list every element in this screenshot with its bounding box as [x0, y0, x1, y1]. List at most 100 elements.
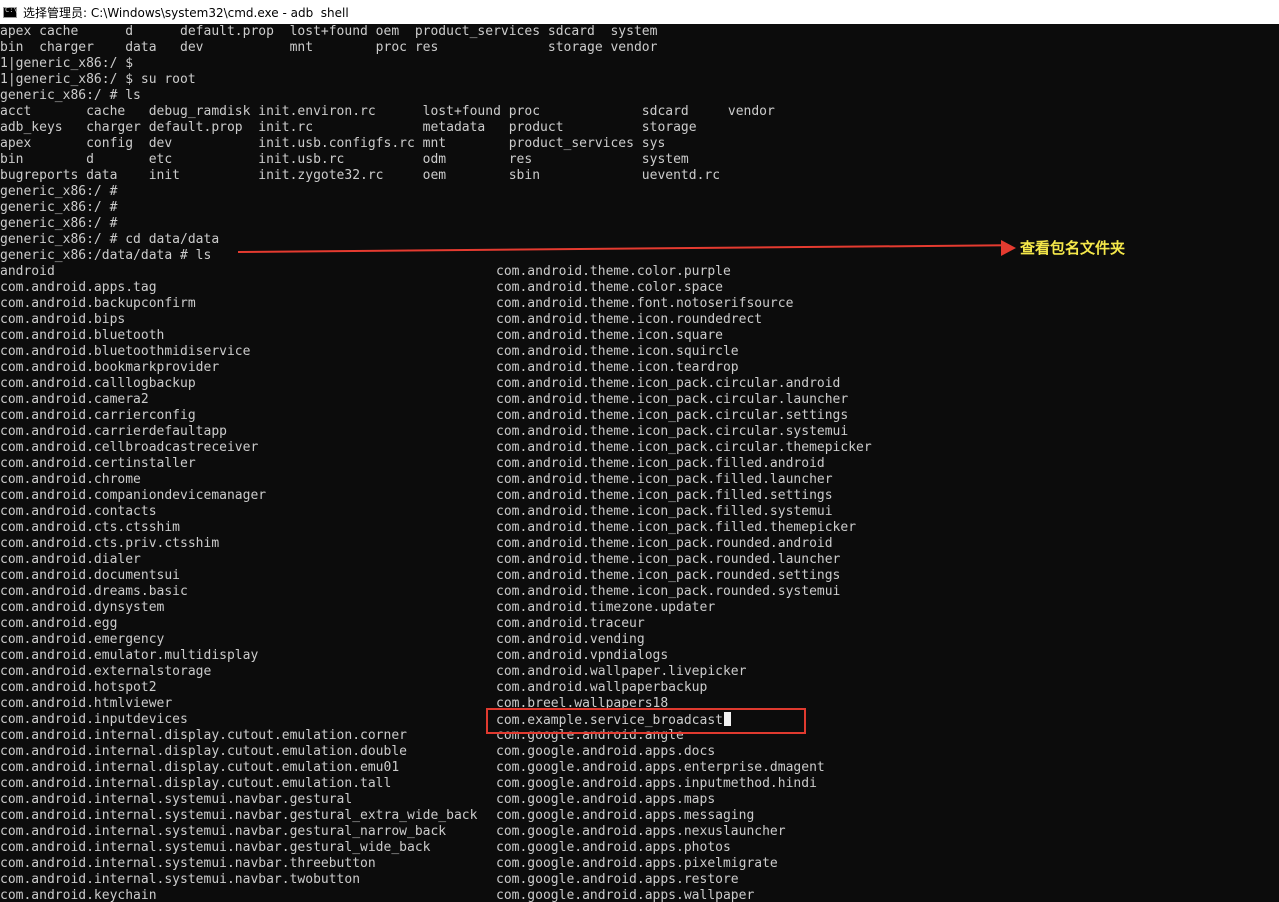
terminal-line: bin charger data dev mnt proc res storag…	[0, 40, 658, 55]
package-entry: com.android.vpndialogs	[496, 648, 669, 663]
package-entry: com.android.theme.icon.square	[496, 328, 723, 343]
package-entry: com.google.android.apps.inputmethod.hind…	[496, 776, 817, 791]
terminal-line: bugreports data init init.zygote32.rc oe…	[0, 168, 721, 183]
package-entry: com.android.chrome	[0, 472, 141, 487]
package-entry: com.android.cts.ctsshim	[0, 520, 181, 535]
package-entry: com.android.internal.systemui.navbar.ges…	[0, 792, 353, 807]
package-entry: com.android.theme.icon.squircle	[496, 344, 739, 359]
package-entry: com.android.timezone.updater	[496, 600, 716, 615]
package-entry: com.android.theme.icon_pack.circular.and…	[496, 376, 841, 391]
package-entry: com.android.carrierdefaultapp	[0, 424, 227, 439]
package-entry: com.android.theme.color.purple	[496, 264, 731, 279]
package-entry: com.android.theme.icon_pack.filled.launc…	[496, 472, 833, 487]
package-entry: com.android.theme.icon_pack.rounded.sett…	[496, 568, 841, 583]
package-entry: com.google.android.apps.photos	[496, 840, 731, 855]
package-entry: com.google.android.apps.restore	[496, 872, 739, 887]
package-entry: com.android.certinstaller	[0, 456, 196, 471]
package-entry: com.google.android.apps.wallpaper	[496, 888, 755, 902]
package-entry: com.android.theme.icon_pack.rounded.andr…	[496, 536, 833, 551]
window-title: 选择管理员: C:\Windows\system32\cmd.exe - adb…	[23, 5, 349, 20]
package-entry: com.android.contacts	[0, 504, 157, 519]
package-entry: com.android.theme.icon_pack.filled.setti…	[496, 488, 833, 503]
terminal-line: 1|generic_x86:/ $	[0, 56, 134, 71]
package-entry: com.google.android.apps.docs	[496, 744, 716, 759]
package-entry: android	[0, 264, 55, 279]
terminal-line: apex cache d default.prop lost+found oem…	[0, 24, 658, 39]
package-entry: com.android.theme.font.notoserifsource	[496, 296, 794, 311]
package-entry: com.android.wallpaper.livepicker	[496, 664, 747, 679]
package-entry: com.google.android.apps.enterprise.dmage…	[496, 760, 825, 775]
annotation-arrow-line	[237, 244, 1006, 253]
package-entry: com.android.keychain	[0, 888, 157, 902]
package-entry: com.android.camera2	[0, 392, 149, 407]
package-entry: com.android.backupconfirm	[0, 296, 196, 311]
package-entry: com.android.theme.icon.roundedrect	[496, 312, 763, 327]
terminal-line: generic_x86:/data/data # ls	[0, 248, 212, 263]
package-entry: com.android.theme.icon_pack.circular.sys…	[496, 424, 849, 439]
package-entry: com.android.internal.systemui.navbar.ges…	[0, 840, 431, 855]
terminal-line: generic_x86:/ # ls	[0, 88, 141, 103]
package-entry: com.android.cellbroadcastreceiver	[0, 440, 259, 455]
package-entry: com.android.theme.icon_pack.rounded.syst…	[496, 584, 841, 599]
package-entry: com.android.theme.icon_pack.circular.set…	[496, 408, 849, 423]
package-entry: com.android.htmlviewer	[0, 696, 173, 711]
package-entry: com.google.android.apps.messaging	[496, 808, 755, 823]
terminal-line: acct cache debug_ramdisk init.environ.rc…	[0, 104, 775, 119]
package-entry: com.android.internal.display.cutout.emul…	[0, 760, 400, 775]
package-entry: com.android.dialer	[0, 552, 141, 567]
terminal-line: adb_keys charger default.prop init.rc me…	[0, 120, 697, 135]
cmd-icon: C:\	[3, 5, 18, 18]
terminal-line: apex config dev init.usb.configfs.rc mnt…	[0, 136, 666, 151]
package-entry: com.android.theme.icon_pack.circular.lau…	[496, 392, 849, 407]
terminal-line: generic_x86:/ #	[0, 184, 118, 199]
package-entry: com.android.bluetoothmidiservice	[0, 344, 251, 359]
terminal-line: generic_x86:/ #	[0, 200, 118, 215]
package-entry: com.android.theme.color.space	[496, 280, 723, 295]
package-entry: com.android.calllogbackup	[0, 376, 196, 391]
terminal-line: generic_x86:/ # cd data/data	[0, 232, 220, 247]
package-entry: com.android.theme.icon_pack.filled.theme…	[496, 520, 857, 535]
package-entry: com.android.traceur	[496, 616, 645, 631]
package-entry: com.android.theme.icon_pack.filled.andro…	[496, 456, 825, 471]
package-entry: com.google.android.apps.pixelmigrate	[496, 856, 778, 871]
package-entry: com.android.vending	[496, 632, 645, 647]
package-entry: com.android.emergency	[0, 632, 165, 647]
terminal-line: generic_x86:/ #	[0, 216, 118, 231]
package-entry: com.android.theme.icon_pack.filled.syste…	[496, 504, 833, 519]
package-entry: com.android.internal.display.cutout.emul…	[0, 728, 407, 743]
package-entry: com.google.android.apps.nexuslauncher	[496, 824, 786, 839]
package-entry: com.android.hotspot2	[0, 680, 157, 695]
package-entry: com.android.theme.icon_pack.circular.the…	[496, 440, 872, 455]
package-entry: com.android.internal.systemui.navbar.thr…	[0, 856, 376, 871]
annotation-label: 查看包名文件夹	[1020, 239, 1126, 257]
package-entry: com.google.android.apps.maps	[496, 792, 716, 807]
terminal-line: bin d etc init.usb.rc odm res system	[0, 152, 689, 167]
terminal-output[interactable]: apex cache d default.prop lost+found oem…	[0, 24, 1279, 902]
package-entry: com.android.cts.priv.ctsshim	[0, 536, 220, 551]
package-entry: com.android.emulator.multidisplay	[0, 648, 259, 663]
package-entry: com.android.dreams.basic	[0, 584, 188, 599]
package-entry: com.android.internal.systemui.navbar.two…	[0, 872, 361, 887]
package-entry: com.android.dynsystem	[0, 600, 165, 615]
package-entry: com.android.companiondevicemanager	[0, 488, 267, 503]
annotation-arrow-head-icon	[1001, 240, 1016, 256]
highlight-box	[486, 708, 806, 734]
package-entry: com.android.inputdevices	[0, 712, 188, 727]
package-entry: com.android.documentsui	[0, 568, 181, 583]
package-entry: com.android.egg	[0, 616, 118, 631]
package-entry: com.android.theme.icon.teardrop	[496, 360, 739, 375]
package-entry: com.android.externalstorage	[0, 664, 212, 679]
package-entry: com.android.carrierconfig	[0, 408, 196, 423]
package-entry: com.android.internal.systemui.navbar.ges…	[0, 808, 478, 823]
package-entry: com.android.apps.tag	[0, 280, 157, 295]
package-entry: com.android.theme.icon_pack.rounded.laun…	[496, 552, 841, 567]
package-entry: com.android.bluetooth	[0, 328, 165, 343]
terminal-line: 1|generic_x86:/ $ su root	[0, 72, 196, 87]
package-entry: com.android.internal.display.cutout.emul…	[0, 776, 392, 791]
cmd-icon-label: C:\	[5, 5, 18, 14]
package-entry: com.android.internal.display.cutout.emul…	[0, 744, 407, 759]
package-entry: com.android.bips	[0, 312, 126, 327]
window-titlebar[interactable]: C:\ 选择管理员: C:\Windows\system32\cmd.exe -…	[0, 0, 1279, 24]
package-entry: com.android.wallpaperbackup	[496, 680, 708, 695]
package-entry: com.android.internal.systemui.navbar.ges…	[0, 824, 447, 839]
